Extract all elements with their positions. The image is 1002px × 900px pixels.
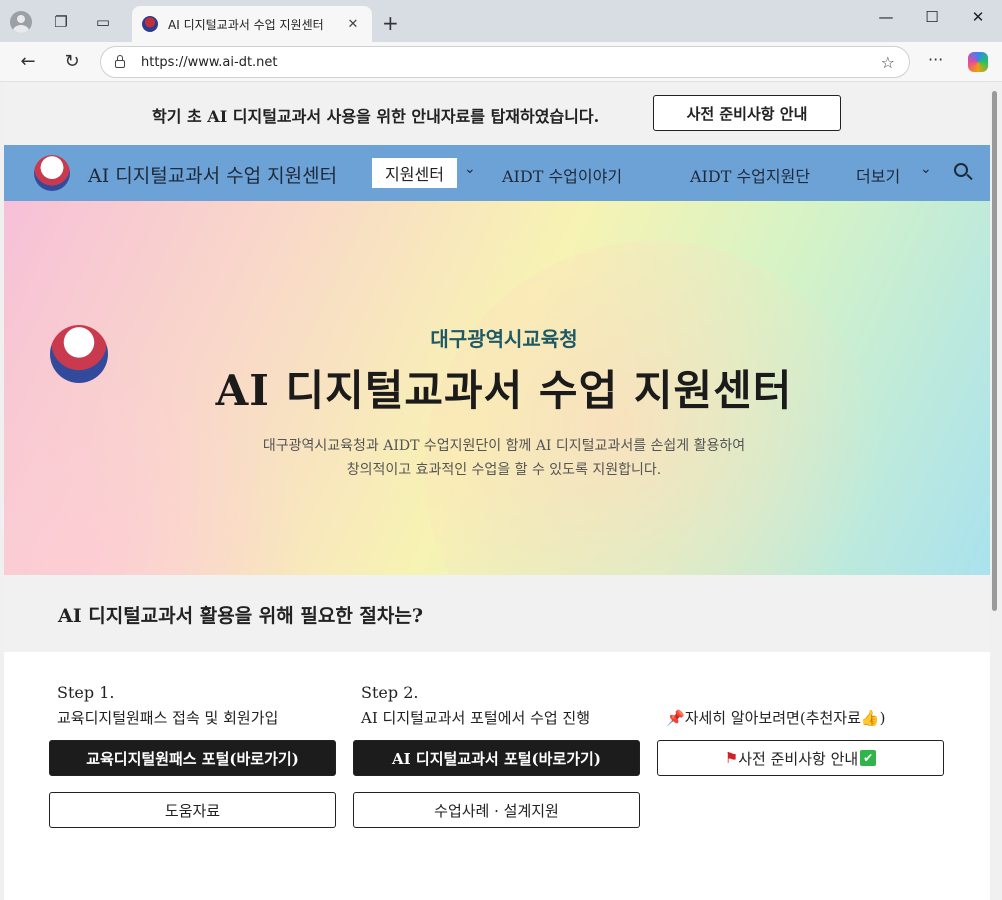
browser-tab-active[interactable]: AI 디지털교과서 수업 지원센터 ✕ [132, 6, 372, 42]
favorite-star-icon[interactable]: ☆ [881, 53, 895, 72]
more-options-icon[interactable]: ··· [928, 50, 943, 69]
aidt-portal-button[interactable]: AI 디지털교과서 포털(바로가기) [353, 740, 640, 776]
check-mark-icon: ✔ [860, 750, 877, 766]
browser-tab-bar: ❐ ▭ AI 디지털교과서 수업 지원센터 ✕ + — ☐ ✕ [0, 0, 1002, 42]
preparation-guide-label: 사전 준비사항 안내 [738, 749, 859, 768]
browser-toolbar: ← ↻ https://www.ai-dt.net ☆ ··· [0, 42, 1002, 82]
announcement-text: 학기 초 AI 디지털교과서 사용을 위한 안내자료를 탑재하였습니다. [152, 107, 600, 126]
copilot-icon[interactable] [968, 52, 988, 72]
lock-icon [115, 55, 125, 68]
reload-icon[interactable]: ↻ [60, 50, 84, 74]
step2-label: AI 디지털교과서 포털에서 수업 진행 [361, 709, 591, 727]
hero-desc-line2: 창의적이고 효과적인 수업을 할 수 있도록 지원합니다. [346, 462, 662, 478]
step2-heading: Step 2. [361, 683, 419, 702]
step1-label: 교육디지털원패스 접속 및 회원가입 [57, 709, 279, 727]
nav-item-support-center[interactable]: 지원센터 [372, 158, 457, 188]
announcement-bar: 학기 초 AI 디지털교과서 사용을 위한 안내자료를 탑재하였습니다. 사전 … [4, 83, 990, 145]
more-info-label: 📌자세히 알아보려면(추천자료👍) [666, 707, 885, 728]
close-window-icon[interactable]: ✕ [964, 8, 992, 26]
new-tab-icon[interactable]: + [382, 11, 399, 35]
nav-item-aidt-stories[interactable]: AIDT 수업이야기 [502, 163, 622, 187]
hero-title: AI 디지털교과서 수업 지원센터 [215, 366, 793, 415]
hero-description: 대구광역시교육청과 AIDT 수업지원단이 함께 AI 디지털교과서를 손쉽게 … [4, 434, 990, 482]
step1-heading: Step 1. [57, 683, 115, 702]
address-bar[interactable]: https://www.ai-dt.net ☆ [100, 46, 910, 78]
lesson-cases-button[interactable]: 수업사례 · 설계지원 [353, 792, 640, 828]
thumbs-up-icon: 👍 [860, 709, 880, 727]
preparation-guide-button[interactable]: ⚑ 사전 준비사항 안내 ✔ [657, 740, 944, 776]
nav-item-aidt-team[interactable]: AIDT 수업지원단 [690, 163, 810, 187]
close-tab-icon[interactable]: ✕ [344, 17, 362, 32]
more-info-text-end: ) [879, 709, 886, 727]
procedure-header: AI 디지털교과서 활용을 위해 필요한 절차는? [4, 575, 990, 652]
hero-desc-line1: 대구광역시교육청과 AIDT 수업지원단이 함께 AI 디지털교과서를 손쉽게 … [262, 438, 746, 454]
onepass-portal-button[interactable]: 교육디지털원패스 포털(바로가기) [49, 740, 336, 776]
more-info-text: 자세히 알아보려면(추천자료 [684, 709, 861, 727]
hero-banner: 대구광역시교육청 AI 디지털교과서 수업 지원센터 대구광역시교육청과 AID… [4, 201, 990, 575]
maximize-icon[interactable]: ☐ [918, 8, 946, 26]
back-icon[interactable]: ← [16, 50, 40, 74]
url-text: https://www.ai-dt.net [141, 54, 278, 70]
search-icon[interactable] [954, 163, 968, 177]
nav-item-more[interactable]: 더보기 [856, 163, 900, 187]
site-title[interactable]: AI 디지털교과서 수업 지원센터 [88, 161, 337, 188]
red-flag-icon: ⚑ [724, 749, 739, 767]
minimize-icon[interactable]: — [872, 8, 900, 26]
site-navigation: AI 디지털교과서 수업 지원센터 지원센터 ⌄ AIDT 수업이야기 AIDT… [4, 145, 990, 201]
site-logo[interactable] [34, 155, 70, 191]
workspaces-icon[interactable]: ❐ [50, 11, 72, 33]
announcement-button[interactable]: 사전 준비사항 안내 [653, 95, 841, 131]
pushpin-icon: 📌 [666, 709, 685, 727]
chevron-down-icon[interactable]: ⌄ [464, 161, 476, 177]
help-materials-button[interactable]: 도움자료 [49, 792, 336, 828]
tab-actions-icon[interactable]: ▭ [92, 11, 114, 33]
page-viewport: 학기 초 AI 디지털교과서 사용을 위한 안내자료를 탑재하였습니다. 사전 … [4, 83, 990, 900]
tab-title: AI 디지털교과서 수업 지원센터 [168, 17, 324, 32]
profile-avatar[interactable] [10, 11, 32, 33]
chevron-down-icon[interactable]: ⌄ [920, 161, 932, 177]
scrollbar-thumb[interactable] [992, 91, 997, 611]
procedure-title: AI 디지털교과서 활용을 위해 필요한 절차는? [58, 605, 423, 627]
hero-subtitle: 대구광역시교육청 [430, 327, 578, 351]
site-favicon-icon [142, 16, 158, 32]
page-scrollbar[interactable] [991, 83, 998, 900]
